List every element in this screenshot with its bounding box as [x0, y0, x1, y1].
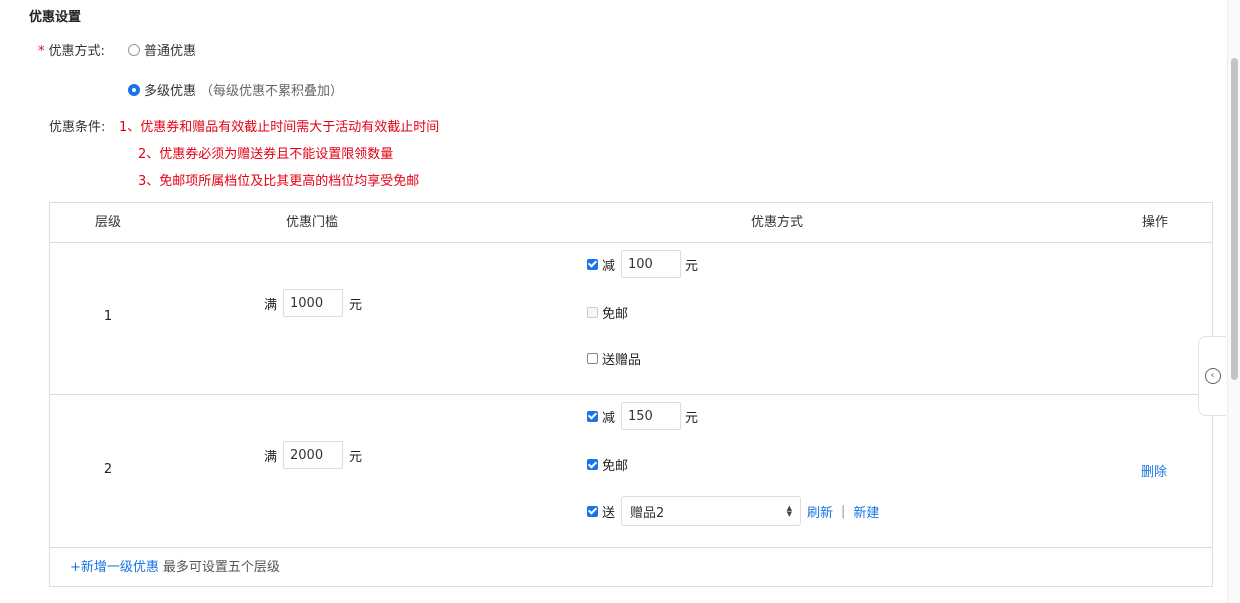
discount-checkbox[interactable] [587, 258, 598, 270]
condition-line-3: 3、免邮项所属档位及比其更高的档位均享受免邮 [138, 174, 420, 189]
free-shipping-option: 免邮 [587, 455, 628, 474]
discount-label: 减 [602, 258, 616, 274]
condition-line-1: 1、优惠券和赠品有效截止时间需大于活动有效截止时间 [119, 120, 440, 135]
radio-multilevel-discount[interactable]: 多级优惠 （每级优惠不累积叠加） [128, 80, 343, 99]
discount-label: 减 [602, 410, 616, 426]
tier-level: 1 [103, 309, 113, 324]
discount-unit: 元 [685, 258, 699, 274]
tier-level: 2 [103, 462, 113, 477]
discount-option: 减 100 元 [587, 250, 698, 278]
free-shipping-label: 免邮 [602, 459, 629, 474]
radio-normal-label: 普通优惠 [144, 44, 197, 59]
gift-select-value: 赠品2 [630, 505, 665, 521]
gift-option: 送赠品 [587, 349, 641, 368]
section-title: 优惠设置 [29, 10, 82, 25]
refresh-link[interactable]: 刷新 [807, 502, 833, 521]
chevron-left-circle-icon: ‹ [1204, 368, 1221, 384]
gift-option: 送 赠品2 ▲ ▼ 刷新 | 新建 [587, 496, 879, 526]
side-collapse-tab[interactable]: ‹ [1198, 336, 1226, 416]
gift-checkbox[interactable] [587, 353, 598, 364]
table-header: 层级 优惠门槛 优惠方式 操作 [50, 203, 1212, 243]
threshold-unit: 元 [349, 297, 363, 313]
free-shipping-checkbox[interactable] [587, 307, 598, 318]
threshold-group: 满 1000 元 [264, 289, 362, 317]
gift-select[interactable]: 赠品2 ▲ ▼ [621, 496, 802, 526]
link-separator: | [841, 503, 846, 519]
radio-normal-discount[interactable]: 普通优惠 [128, 40, 196, 59]
tier-table: 层级 优惠门槛 优惠方式 操作 1 满 1000 元 减 100 元 免邮 送赠… [49, 202, 1213, 587]
gift-checkbox[interactable] [587, 505, 598, 517]
new-gift-link[interactable]: 新建 [853, 502, 879, 521]
conditions-label: 优惠条件: [49, 120, 106, 135]
discount-input[interactable]: 100 [621, 250, 682, 278]
method-label: * 优惠方式: [38, 40, 105, 59]
gift-label: 送 [602, 505, 616, 521]
radio-button[interactable] [128, 43, 140, 56]
add-tier-note: 最多可设置五个层级 [162, 560, 280, 575]
radio-multilevel-hint: （每级优惠不累积叠加） [200, 84, 344, 99]
header-level: 层级 [94, 215, 121, 230]
condition-line-2: 2、优惠券必须为赠送券且不能设置限领数量 [138, 147, 394, 162]
radio-button-checked[interactable] [128, 83, 140, 96]
threshold-input[interactable]: 1000 [283, 289, 344, 317]
add-tier-row: +新增一级优惠 最多可设置五个层级 [70, 556, 280, 575]
table-row: 1 满 1000 元 减 100 元 免邮 送赠品 [50, 242, 1212, 395]
delete-tier-link[interactable]: 删除 [1141, 461, 1167, 480]
threshold-input[interactable]: 2000 [283, 441, 344, 469]
threshold-unit: 元 [349, 449, 363, 465]
free-shipping-checkbox[interactable] [587, 459, 598, 470]
add-tier-link[interactable]: +新增一级优惠 [70, 560, 159, 575]
table-row: 2 满 2000 元 减 150 元 免邮 送 赠品2 ▲▼ 刷新 | 新建 [50, 394, 1212, 548]
free-shipping-option: 免邮 [587, 303, 628, 322]
radio-multilevel-label: 多级优惠 [144, 84, 197, 99]
threshold-prefix: 满 [264, 449, 278, 465]
discount-unit: 元 [685, 410, 699, 426]
gift-label: 送赠品 [602, 353, 642, 368]
discount-option: 减 150 元 [587, 402, 698, 430]
select-arrows-icon: ▲ ▼ [786, 504, 793, 518]
header-action: 操作 [1141, 215, 1168, 230]
threshold-group: 满 2000 元 [264, 441, 362, 469]
method-label-text: 优惠方式: [48, 44, 105, 59]
header-method: 优惠方式 [750, 215, 803, 230]
threshold-prefix: 满 [264, 297, 278, 313]
vertical-scrollbar[interactable] [1227, 0, 1240, 603]
scrollbar-thumb[interactable] [1231, 58, 1238, 380]
free-shipping-label: 免邮 [602, 307, 629, 322]
discount-input[interactable]: 150 [621, 402, 682, 430]
required-mark: * [38, 44, 45, 59]
header-threshold: 优惠门槛 [285, 215, 338, 230]
discount-checkbox[interactable] [587, 410, 598, 422]
